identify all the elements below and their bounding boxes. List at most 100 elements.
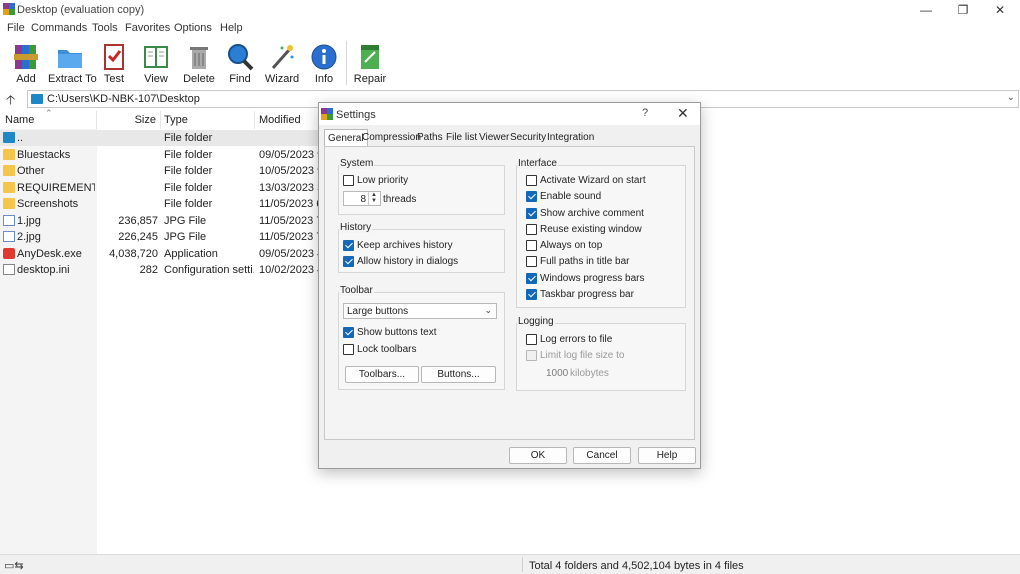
file-modified: 09/05/2023 4 [259, 248, 319, 260]
show-buttons-text-label: Show buttons text [357, 327, 437, 338]
wizard-button[interactable]: Wizard [262, 39, 302, 87]
test-button[interactable]: Test [96, 39, 132, 87]
checkbox-box [526, 175, 537, 186]
dialog-title: Settings [336, 109, 376, 121]
button-size-value: Large buttons [347, 306, 409, 317]
window-title: Desktop (evaluation copy) [17, 4, 145, 16]
help-icon[interactable]: ? [642, 107, 648, 119]
column-header-type[interactable]: Type [161, 111, 255, 129]
file-type: File folder [164, 182, 213, 194]
column-header-name[interactable]: Name ⌃ [0, 108, 97, 129]
menu-commands[interactable]: Commands [31, 22, 87, 34]
threads-value: 8 [360, 194, 366, 205]
close-icon[interactable]: ✕ [677, 105, 689, 122]
file-row[interactable]: 1.jpg 236,857 JPG File 11/05/2023 7 [0, 213, 320, 229]
file-type: File folder [164, 198, 213, 210]
show-archive-comment-checkbox[interactable]: Show archive comment [526, 207, 681, 220]
full-paths-checkbox[interactable]: Full paths in title bar [526, 255, 681, 268]
show-buttons-text-checkbox[interactable]: Show buttons text [343, 326, 498, 339]
repair-button[interactable]: Repair [351, 39, 389, 87]
general-panel: System Low priority 8 ▲ ▼ threads History… [324, 146, 695, 440]
checkbox-box [526, 240, 537, 251]
file-size: 282 [139, 264, 158, 276]
keep-history-checkbox[interactable]: Keep archives history [343, 239, 498, 252]
checkbox-label: Full paths in title bar [540, 256, 630, 267]
file-row[interactable]: desktop.ini 282 Configuration setti... 1… [0, 262, 320, 278]
ok-button[interactable]: OK [509, 447, 567, 464]
checkbox-box [526, 224, 537, 235]
cancel-button[interactable]: Cancel [573, 447, 631, 464]
repair-label: Repair [353, 73, 387, 85]
menu-options[interactable]: Options [174, 22, 212, 34]
test-label: Test [103, 73, 125, 85]
column-header-modified[interactable]: Modified [255, 111, 320, 129]
log-size-unit: kilobytes [570, 368, 609, 379]
log-size-value[interactable]: 1000 [546, 368, 568, 379]
logging-group-label: Logging [517, 316, 555, 327]
chevron-down-icon[interactable]: ⌄ [1007, 92, 1015, 103]
info-button[interactable]: Info [306, 39, 342, 87]
delete-label: Delete [183, 73, 215, 85]
checkbox-label: Always on top [540, 240, 603, 251]
limit-log-size-checkbox[interactable]: Limit log file size to [526, 349, 681, 362]
drive-status-icon[interactable]: ▭⇆ [4, 559, 24, 572]
minimize-button[interactable]: — [907, 0, 945, 20]
maximize-button[interactable]: ❐ [944, 0, 982, 20]
tab-paths[interactable]: Paths [417, 132, 443, 143]
file-name: 1.jpg [17, 215, 41, 227]
menu-tools[interactable]: Tools [92, 22, 118, 34]
button-size-select[interactable]: Large buttons ⌄ [343, 303, 497, 319]
drive-icon [31, 94, 43, 104]
file-name: desktop.ini [17, 264, 70, 276]
file-name: Other [17, 165, 45, 177]
file-row[interactable]: REQUIREMENTS File folder 13/03/2023 3 [0, 180, 320, 196]
history-dialogs-checkbox[interactable]: Allow history in dialogs [343, 255, 498, 268]
add-button[interactable]: Add [6, 39, 46, 87]
menu-favorites[interactable]: Favorites [125, 22, 170, 34]
reuse-window-checkbox[interactable]: Reuse existing window [526, 223, 681, 236]
threads-stepper[interactable]: 8 ▲ ▼ [343, 191, 381, 206]
log-errors-checkbox[interactable]: Log errors to file [526, 333, 681, 346]
file-type: File folder [164, 132, 213, 144]
help-button[interactable]: Help [638, 447, 696, 464]
file-type: JPG File [164, 231, 207, 243]
file-row-up[interactable]: .. File folder [0, 130, 320, 146]
checkbox-box [526, 208, 537, 219]
dialog-title-bar: Settings ? ✕ [319, 103, 700, 125]
delete-button[interactable]: Delete [180, 39, 218, 87]
stepper-arrows-icon[interactable]: ▲ ▼ [368, 192, 379, 205]
toolbars-button[interactable]: Toolbars... [345, 366, 419, 383]
menu-help[interactable]: Help [220, 22, 243, 34]
view-button[interactable]: View [137, 39, 175, 87]
taskbar-progress-bar-checkbox[interactable]: Taskbar progress bar [526, 288, 681, 301]
buttons-button[interactable]: Buttons... [421, 366, 496, 383]
file-row[interactable]: Bluestacks File folder 09/05/2023 9 [0, 147, 320, 163]
file-row[interactable]: Screenshots File folder 11/05/2023 6 [0, 196, 320, 212]
file-row[interactable]: AnyDesk.exe 4,038,720 Application 09/05/… [0, 246, 320, 262]
interface-group-label: Interface [517, 158, 558, 169]
tab-file-list[interactable]: File list [446, 132, 477, 143]
checkbox-label: Enable sound [540, 191, 602, 202]
menu-file[interactable]: File [7, 22, 25, 34]
tab-integration[interactable]: Integration [547, 132, 594, 143]
file-row[interactable]: 2.jpg 226,245 JPG File 11/05/2023 7 [0, 229, 320, 245]
title-bar: Desktop (evaluation copy) — ❐ ✕ [0, 0, 1020, 20]
tab-viewer[interactable]: Viewer [479, 132, 509, 143]
path-text: C:\Users\KD-NBK-107\Desktop [47, 93, 200, 105]
close-window-button[interactable]: ✕ [981, 0, 1019, 20]
file-row[interactable]: Other File folder 10/05/2023 9 [0, 163, 320, 179]
tab-compression[interactable]: Compression [362, 132, 421, 143]
extract-to-button[interactable]: Extract To [48, 39, 97, 87]
tab-security[interactable]: Security [510, 132, 546, 143]
column-header-size[interactable]: Size [97, 111, 161, 129]
up-folder-icon[interactable]: 🡡 [6, 91, 15, 113]
activate-wizard-checkbox[interactable]: Activate Wizard on start [526, 174, 681, 187]
winrar-app-icon [3, 3, 15, 15]
windows-progress-bars-checkbox[interactable]: Windows progress bars [526, 272, 681, 285]
find-button[interactable]: Find [221, 39, 259, 87]
low-priority-checkbox[interactable]: Low priority [343, 174, 493, 187]
enable-sound-checkbox[interactable]: Enable sound [526, 190, 681, 203]
checkbox-label: Windows progress bars [540, 273, 645, 284]
always-on-top-checkbox[interactable]: Always on top [526, 239, 681, 252]
lock-toolbars-checkbox[interactable]: Lock toolbars [343, 343, 498, 356]
